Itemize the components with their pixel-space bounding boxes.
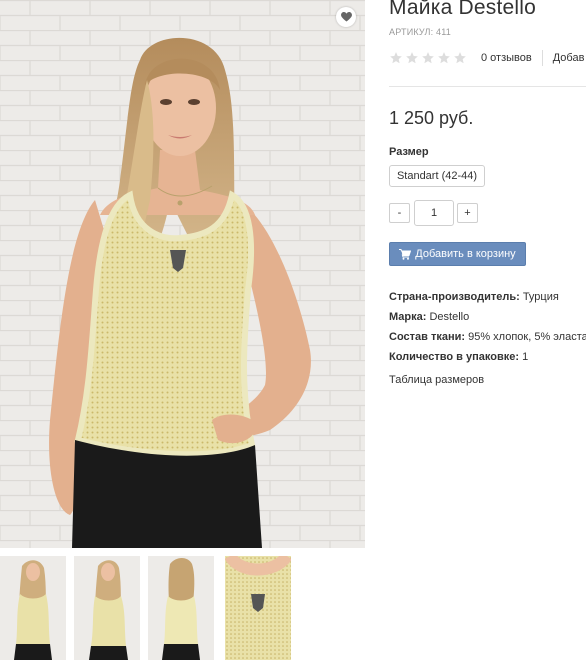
size-option-button[interactable]: Standart (42-44): [389, 165, 485, 187]
size-table-link[interactable]: Таблица размеров: [389, 374, 484, 386]
product-info: Майка Destello АРТИКУЛ: 411 0 отзывов До…: [389, 0, 586, 660]
thumbnail-detail[interactable]: [225, 556, 291, 660]
star-icon[interactable]: [437, 51, 451, 65]
attribute-label: Марка:: [389, 311, 427, 323]
attribute-value: 95% хлопок, 5% эластан: [468, 331, 586, 343]
star-icon[interactable]: [405, 51, 419, 65]
thumb-front-image: [0, 556, 66, 660]
quantity-increase-button[interactable]: +: [457, 203, 478, 223]
thumb-detail-image: [225, 556, 291, 660]
rating-row: 0 отзывов Добав: [389, 50, 584, 66]
divider: [389, 86, 586, 87]
attribute-country: Страна-производитель: Турция: [389, 287, 586, 307]
attribute-pack-quantity: Количество в упаковке: 1: [389, 347, 586, 367]
thumb-side-image: [74, 556, 140, 660]
reviews-link[interactable]: 0 отзывов: [481, 52, 532, 64]
product-sku: АРТИКУЛ: 411: [389, 27, 451, 37]
cart-icon: [399, 248, 412, 260]
attribute-label: Количество в упаковке:: [389, 351, 519, 363]
size-label: Размер: [389, 146, 429, 158]
rating-stars[interactable]: [389, 51, 467, 65]
add-to-cart-button[interactable]: Добавить в корзину: [389, 242, 526, 266]
quantity-input[interactable]: [414, 200, 454, 226]
add-review-link[interactable]: Добав: [553, 52, 585, 64]
star-icon[interactable]: [421, 51, 435, 65]
star-icon[interactable]: [389, 51, 403, 65]
star-icon[interactable]: [453, 51, 467, 65]
attribute-value: 1: [522, 351, 529, 363]
thumbnail-side[interactable]: [74, 556, 140, 660]
favorite-button[interactable]: [336, 7, 356, 27]
thumbnail-front[interactable]: [0, 556, 66, 660]
quantity-decrease-button[interactable]: -: [389, 203, 410, 223]
attribute-value: Destello: [429, 311, 470, 323]
thumb-back-image: [148, 556, 214, 660]
model-photo: [0, 0, 365, 548]
attribute-brand: Марка: Destello: [389, 307, 586, 327]
heart-icon: [340, 12, 352, 22]
attribute-value: Турция: [522, 291, 559, 303]
attribute-label: Страна-производитель:: [389, 291, 520, 303]
attribute-label: Состав ткани:: [389, 331, 466, 343]
main-product-image[interactable]: [0, 0, 365, 548]
attributes-list: Страна-производитель: Турция Марка: Dest…: [389, 287, 586, 367]
divider: [541, 50, 543, 66]
product-price: 1 250 руб.: [389, 108, 474, 128]
product-title: Майка Destello: [389, 0, 536, 19]
thumbnail-back[interactable]: [148, 556, 214, 660]
attribute-fabric: Состав ткани: 95% хлопок, 5% эластан: [389, 327, 586, 347]
add-to-cart-label: Добавить в корзину: [415, 248, 516, 260]
